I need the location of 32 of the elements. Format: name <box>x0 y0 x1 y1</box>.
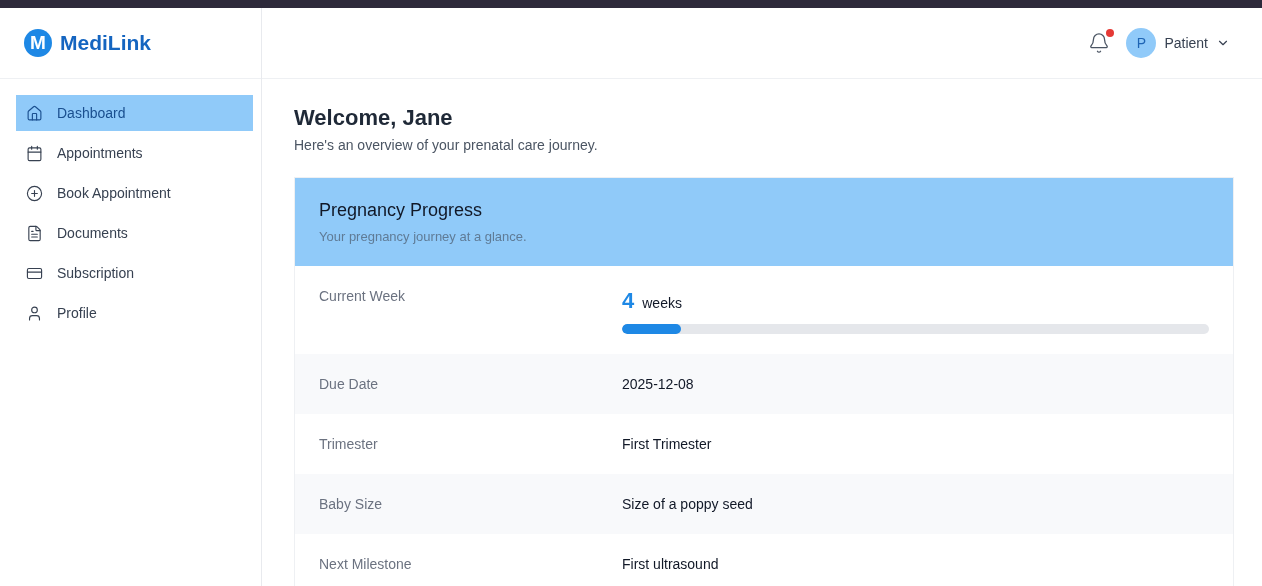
sidebar-item[interactable]: Profile <box>16 295 253 331</box>
avatar: P <box>1126 28 1157 58</box>
home-icon <box>26 104 43 122</box>
row-value: First Trimester <box>622 436 713 452</box>
user-menu-button[interactable]: P Patient <box>1126 28 1230 58</box>
row-label: Next Milestone <box>319 556 413 572</box>
row-label: Due Date <box>319 376 380 392</box>
plus-circle-icon <box>26 184 43 202</box>
welcome-title: Welcome, Jane <box>294 105 454 131</box>
notification-button[interactable] <box>1088 32 1111 54</box>
bell-icon <box>1088 32 1111 54</box>
sidebar-item[interactable]: Dashboard <box>16 95 253 131</box>
sidebar-item[interactable]: Subscription <box>16 255 253 291</box>
row-label: Trimester <box>319 436 379 452</box>
card-subtitle: Your pregnancy journey at a glance. <box>319 229 528 244</box>
card-title: Pregnancy Progress <box>319 200 484 221</box>
row-value: First ultrasound <box>622 556 720 572</box>
brand-name: MediLink <box>60 31 151 55</box>
calendar-icon <box>26 144 43 162</box>
welcome-subtitle: Here's an overview of your prenatal care journey. <box>294 137 599 153</box>
sidebar-item[interactable]: Book Appointment <box>16 175 253 211</box>
row-label: Baby Size <box>319 496 384 512</box>
sidebar-item[interactable]: Documents <box>16 215 253 251</box>
week-number: 4 <box>622 288 635 314</box>
row-value: 2025-12-08 <box>622 376 695 392</box>
user-icon <box>26 304 43 322</box>
sidebar-item[interactable]: Appointments <box>16 135 253 171</box>
logo-icon: M <box>24 29 52 57</box>
week-unit: weeks <box>642 295 682 311</box>
row-value: Size of a poppy seed <box>622 496 754 512</box>
document-icon <box>26 224 43 242</box>
row-label: Current Week <box>319 288 407 304</box>
